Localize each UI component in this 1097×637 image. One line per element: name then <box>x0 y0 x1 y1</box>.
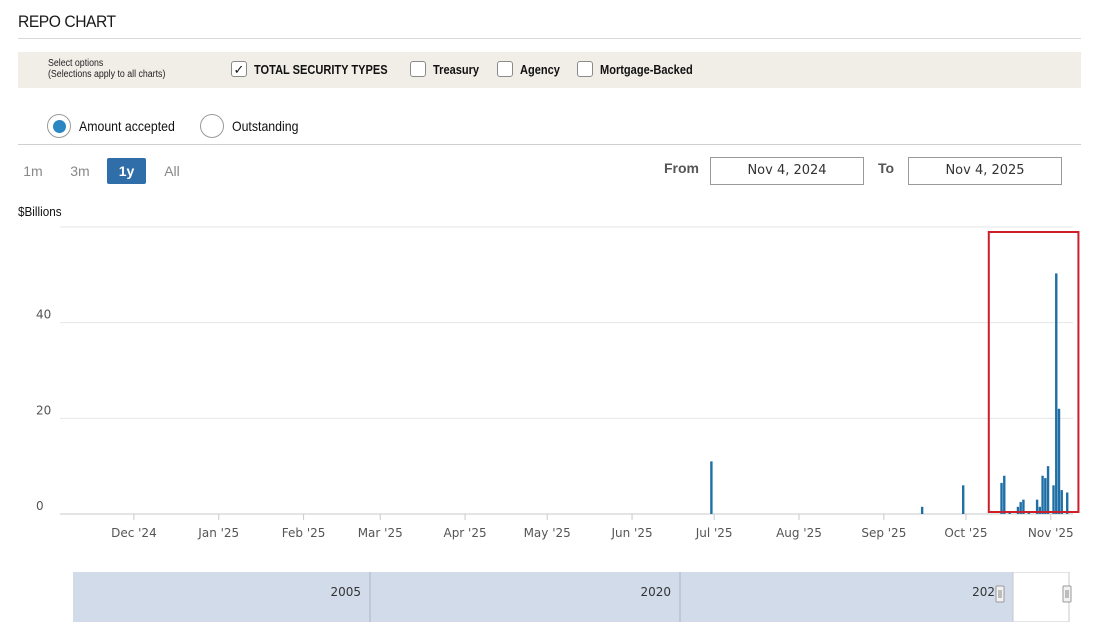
bar <box>920 506 924 514</box>
bar <box>1055 273 1058 514</box>
x-tick-label: Mar '25 <box>358 526 403 540</box>
y-tick-label: 40 <box>36 308 51 322</box>
x-tick-label: Nov '25 <box>1028 526 1074 540</box>
bar <box>1046 466 1050 514</box>
highlight-box <box>987 231 1080 513</box>
bar <box>1060 490 1063 514</box>
bar <box>1066 492 1069 514</box>
bar <box>1003 475 1006 514</box>
y-tick-label: 0 <box>36 499 44 513</box>
x-tick-label: Aug '25 <box>776 526 822 540</box>
navigator-right-handle[interactable] <box>1062 585 1072 603</box>
navigator-track <box>73 572 1013 622</box>
x-tick-label: Sep '25 <box>861 526 906 540</box>
time-navigator[interactable]: 2005 2020 202 <box>73 572 1073 622</box>
bar <box>1052 485 1055 514</box>
x-tick-label: Jan '25 <box>197 526 239 540</box>
x-tick-label: Oct '25 <box>944 526 987 540</box>
x-tick-label: Jun '25 <box>610 526 652 540</box>
bar <box>962 485 965 514</box>
navigator-year-label: 2020 <box>640 585 671 599</box>
bar <box>1044 478 1047 514</box>
x-tick-label: Apr '25 <box>443 526 486 540</box>
x-tick-label: Dec '24 <box>111 526 157 540</box>
y-tick-label: 20 <box>36 403 51 417</box>
navigator-year-label: 202 <box>972 585 995 599</box>
navigator-selection[interactable] <box>1012 572 1070 622</box>
bar <box>1000 482 1003 514</box>
x-tick-label: Feb '25 <box>282 526 326 540</box>
bar <box>710 461 713 514</box>
navigator-left-handle[interactable] <box>995 585 1005 603</box>
x-tick-label: Jul '25 <box>695 526 733 540</box>
bar <box>1041 475 1044 514</box>
x-tick-label: May '25 <box>524 526 571 540</box>
navigator-year-label: 2005 <box>330 585 361 599</box>
bar <box>1057 408 1061 514</box>
repo-bar-chart: 0 20 40 Dec '24 Jan '25 Feb '25 Mar '25 Apr '25… <box>36 226 1080 540</box>
